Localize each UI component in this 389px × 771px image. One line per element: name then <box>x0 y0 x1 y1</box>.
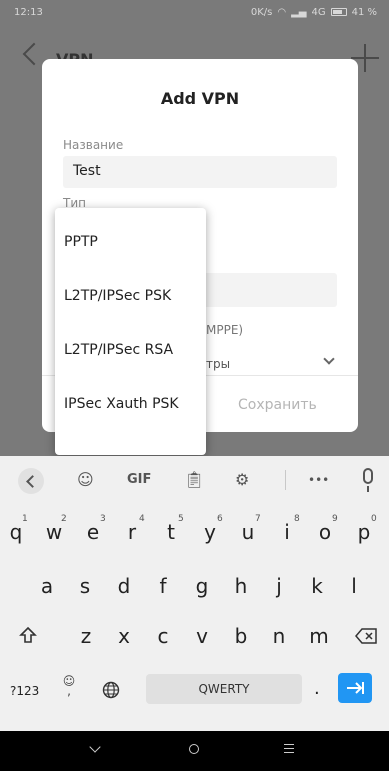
clipboard-icon[interactable]: 📋︎ <box>184 470 204 489</box>
backspace-icon[interactable] <box>355 628 377 644</box>
symbols-key[interactable]: ?123 <box>10 684 39 698</box>
key-j[interactable]: j <box>267 574 291 598</box>
name-label: Название <box>63 138 124 152</box>
menu-item-pptp[interactable]: PPTP <box>64 234 98 250</box>
menu-item-l2tp-psk[interactable]: L2TP/IPSec PSK <box>64 288 171 304</box>
save-button[interactable]: Сохранить <box>238 397 317 413</box>
enter-arrow-icon <box>347 682 364 694</box>
name-input[interactable]: Test <box>63 156 337 188</box>
system-nav-bar <box>0 731 389 771</box>
keyboard-toolbar: ☺ GIF 📋︎ ⚙ ••• <box>0 456 389 504</box>
key-l[interactable]: l <box>342 574 366 598</box>
key-a[interactable]: a <box>35 574 59 598</box>
encryption-label: MPPE) <box>206 323 244 337</box>
key-b[interactable]: b <box>229 624 253 648</box>
key-n[interactable]: n <box>267 624 291 648</box>
menu-icon[interactable] <box>284 744 294 753</box>
key-h[interactable]: h <box>229 574 253 598</box>
status-bar: 12:13 0K/s ◠ ▂▄ 4G 41 % <box>0 0 389 24</box>
toolbar-divider <box>285 470 286 490</box>
menu-item-l2tp-rsa[interactable]: L2TP/IPSec RSA <box>64 342 173 358</box>
wifi-icon: ◠ <box>277 6 287 18</box>
shift-icon[interactable] <box>19 626 37 644</box>
key-x[interactable]: x <box>112 624 136 648</box>
hide-keyboard-icon[interactable] <box>89 741 101 753</box>
key-hint: 3 <box>100 514 106 524</box>
microphone-icon[interactable] <box>363 468 373 492</box>
key-v[interactable]: v <box>190 624 214 648</box>
status-icons: 0K/s ◠ ▂▄ 4G 41 % <box>251 7 377 18</box>
vpn-type-menu: PPTP L2TP/IPSec PSK L2TP/IPSec RSA IPSec… <box>55 208 206 455</box>
key-hint: 6 <box>217 514 223 524</box>
status-time: 12:13 <box>14 6 43 18</box>
more-button[interactable]: ••• <box>308 473 329 487</box>
key-g[interactable]: g <box>190 574 214 598</box>
key-c[interactable]: c <box>151 624 175 648</box>
network-type: 4G <box>311 6 326 18</box>
advanced-options-dropdown[interactable]: тры <box>206 357 230 371</box>
settings-gear-icon[interactable]: ⚙ <box>235 470 249 489</box>
key-hint: 7 <box>255 514 261 524</box>
key-m[interactable]: m <box>307 624 331 648</box>
enter-key[interactable] <box>338 673 372 703</box>
sticker-icon[interactable]: ☺ <box>77 470 94 489</box>
signal-icon: ▂▄ <box>291 6 307 18</box>
gif-button[interactable]: GIF <box>127 472 151 487</box>
on-screen-keyboard: ☺ GIF 📋︎ ⚙ ••• q 1 w 2 e 3 r 4 t 5 y 6 u… <box>0 456 389 731</box>
name-input-value: Test <box>73 163 101 179</box>
chevron-down-icon[interactable] <box>323 353 335 365</box>
key-hint: 0 <box>371 514 377 524</box>
network-speed: 0K/s <box>250 6 273 18</box>
key-hint: 9 <box>332 514 338 524</box>
collapse-toolbar-icon[interactable] <box>18 468 44 494</box>
home-icon[interactable] <box>189 744 199 754</box>
key-hint: 8 <box>294 514 300 524</box>
battery-level: 41 % <box>351 6 377 18</box>
menu-item-ipsec-xauth-psk[interactable]: IPSec Xauth PSK <box>64 396 179 412</box>
key-k[interactable]: k <box>305 574 329 598</box>
key-hint: 1 <box>22 514 28 524</box>
back-arrow-icon[interactable] <box>22 42 46 66</box>
key-f[interactable]: f <box>151 574 175 598</box>
period-key[interactable]: . <box>314 678 320 699</box>
key-hint: 2 <box>61 514 67 524</box>
battery-icon <box>330 8 347 16</box>
key-d[interactable]: d <box>112 574 136 598</box>
space-bar[interactable]: QWERTY <box>146 674 302 704</box>
key-hint: 4 <box>139 514 145 524</box>
key-hint: 5 <box>178 514 184 524</box>
key-z[interactable]: z <box>74 624 98 648</box>
emoji-comma-key[interactable]: ☺, <box>62 675 76 698</box>
key-s[interactable]: s <box>73 574 97 598</box>
comma-label: , <box>67 684 71 698</box>
globe-icon[interactable] <box>102 681 120 699</box>
dialog-title: Add VPN <box>160 89 240 108</box>
